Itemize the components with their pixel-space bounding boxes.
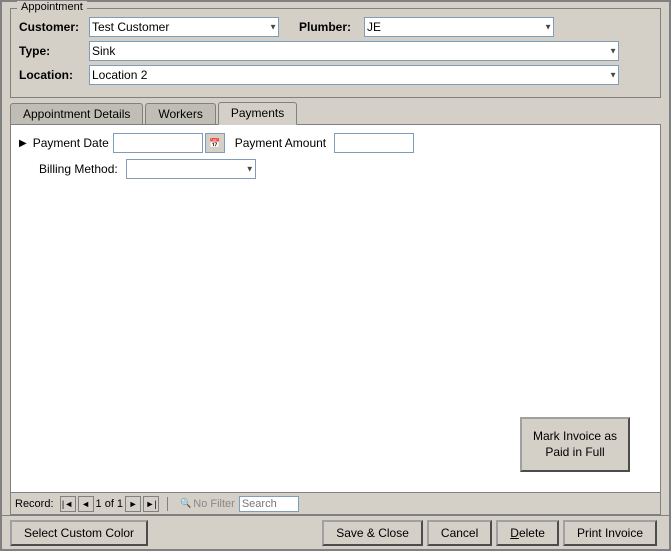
- billing-method-wrapper: [126, 159, 256, 179]
- record-pointer: ▶: [19, 138, 27, 149]
- type-row: Type: Sink: [19, 41, 652, 61]
- location-row: Location: Location 2: [19, 65, 652, 85]
- customer-row: Customer: Test Customer Plumber: JE: [19, 17, 652, 37]
- billing-method-select[interactable]: [126, 159, 256, 179]
- bottom-bar: Select Custom Color Save & Close Cancel …: [2, 515, 669, 549]
- delete-button[interactable]: Delete: [496, 520, 559, 546]
- billing-method-row: Billing Method:: [39, 159, 652, 179]
- filter-icon: 🔍: [180, 498, 191, 509]
- no-filter-indicator: 🔍 No Filter: [180, 498, 235, 510]
- tab-bar: Appointment Details Workers Payments: [10, 102, 661, 125]
- print-invoice-button[interactable]: Print Invoice: [563, 520, 657, 546]
- appointment-group: Appointment Customer: Test Customer Plum…: [10, 8, 661, 98]
- record-nav-label: Record:: [15, 498, 54, 510]
- no-filter-label: No Filter: [193, 498, 235, 510]
- record-nav: Record: |◄ ◄ 1 of 1 ► ►| 🔍 No Filter: [11, 492, 660, 514]
- customer-select[interactable]: Test Customer: [89, 17, 279, 37]
- dialog: Appointment Customer: Test Customer Plum…: [0, 0, 671, 551]
- save-close-button[interactable]: Save & Close: [322, 520, 423, 546]
- delete-label: Delete: [510, 526, 545, 540]
- customer-label: Customer:: [19, 20, 89, 34]
- payment-date-label: Payment Date: [33, 136, 109, 150]
- location-select[interactable]: Location 2: [89, 65, 619, 85]
- plumber-label: Plumber:: [299, 20, 364, 34]
- calendar-button[interactable]: 📅: [205, 133, 225, 153]
- tab-appointment-details[interactable]: Appointment Details: [10, 103, 143, 124]
- select-custom-color-button[interactable]: Select Custom Color: [10, 520, 148, 546]
- nav-prev-button[interactable]: ◄: [78, 496, 94, 512]
- nav-next-button[interactable]: ►: [125, 496, 141, 512]
- search-input[interactable]: [239, 496, 299, 512]
- record-count: 1 of 1: [96, 498, 124, 510]
- tab-payments[interactable]: Payments: [218, 102, 297, 125]
- nav-first-button[interactable]: |◄: [60, 496, 76, 512]
- payments-panel: ▶ Payment Date 📅 Payment Amount Billing …: [10, 125, 661, 515]
- payment-date-row: ▶ Payment Date 📅 Payment Amount: [19, 133, 652, 153]
- mark-invoice-button[interactable]: Mark Invoice as Paid in Full: [520, 417, 630, 472]
- nav-last-button[interactable]: ►|: [143, 496, 159, 512]
- plumber-select[interactable]: JE: [364, 17, 554, 37]
- location-label: Location:: [19, 68, 89, 82]
- divider: [167, 497, 168, 511]
- type-select[interactable]: Sink: [89, 41, 619, 61]
- payment-content: ▶ Payment Date 📅 Payment Amount Billing …: [11, 125, 660, 492]
- location-select-wrapper: Location 2: [89, 65, 619, 85]
- billing-method-label: Billing Method:: [39, 162, 118, 176]
- type-select-wrapper: Sink: [89, 41, 619, 61]
- record-nav-controls: |◄ ◄ 1 of 1 ► ►|: [60, 496, 160, 512]
- payment-amount-label: Payment Amount: [235, 136, 326, 150]
- payment-amount-input[interactable]: [334, 133, 414, 153]
- appointment-group-label: Appointment: [17, 1, 87, 13]
- type-label: Type:: [19, 44, 89, 58]
- plumber-select-wrapper: JE: [364, 17, 554, 37]
- customer-select-wrapper: Test Customer: [89, 17, 279, 37]
- cancel-button[interactable]: Cancel: [427, 520, 492, 546]
- payment-date-input[interactable]: [113, 133, 203, 153]
- tab-workers[interactable]: Workers: [145, 103, 215, 124]
